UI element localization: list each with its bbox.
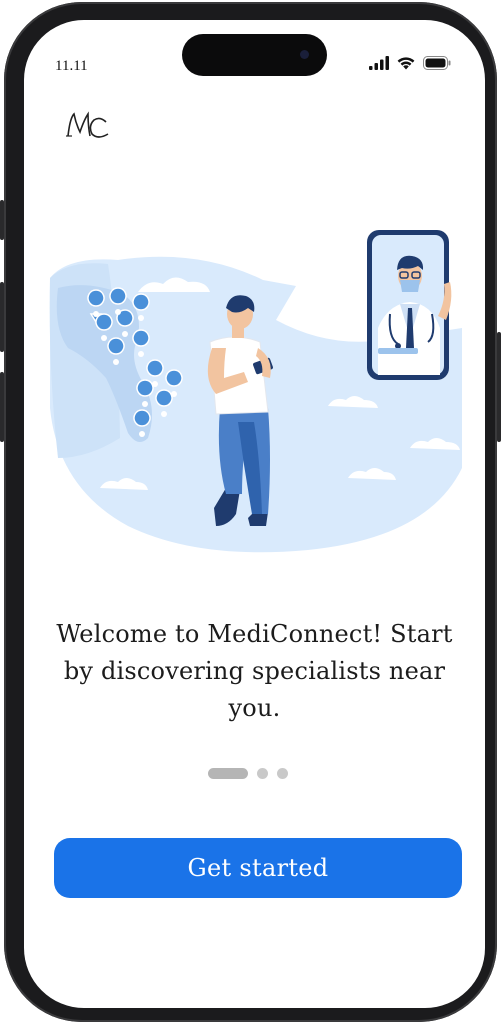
status-icons <box>369 56 451 75</box>
cellular-signal-icon <box>369 56 389 75</box>
status-time: 11.11 <box>55 58 88 74</box>
page-dot-1[interactable] <box>208 768 248 779</box>
power-button <box>497 332 501 442</box>
page-indicator[interactable] <box>208 768 288 779</box>
welcome-message: Welcome to MediConnect! Start by discove… <box>56 620 453 722</box>
volume-up-button <box>0 282 4 352</box>
page-dot-3[interactable] <box>277 768 288 779</box>
action-button <box>0 200 4 240</box>
app-logo <box>64 106 114 146</box>
app-screen: 11.11 Welcome to MediConnect! Start by d… <box>24 20 485 1008</box>
phone-frame: 11.11 Welcome to MediConnect! Start by d… <box>0 2 501 1022</box>
battery-icon <box>423 56 451 75</box>
get-started-button[interactable]: Get started <box>54 838 462 898</box>
volume-down-button <box>0 372 4 442</box>
wifi-icon <box>397 56 415 75</box>
hero-illustration <box>48 208 462 554</box>
page-dot-2[interactable] <box>257 768 268 779</box>
dynamic-island <box>182 34 327 76</box>
front-camera <box>300 50 309 59</box>
